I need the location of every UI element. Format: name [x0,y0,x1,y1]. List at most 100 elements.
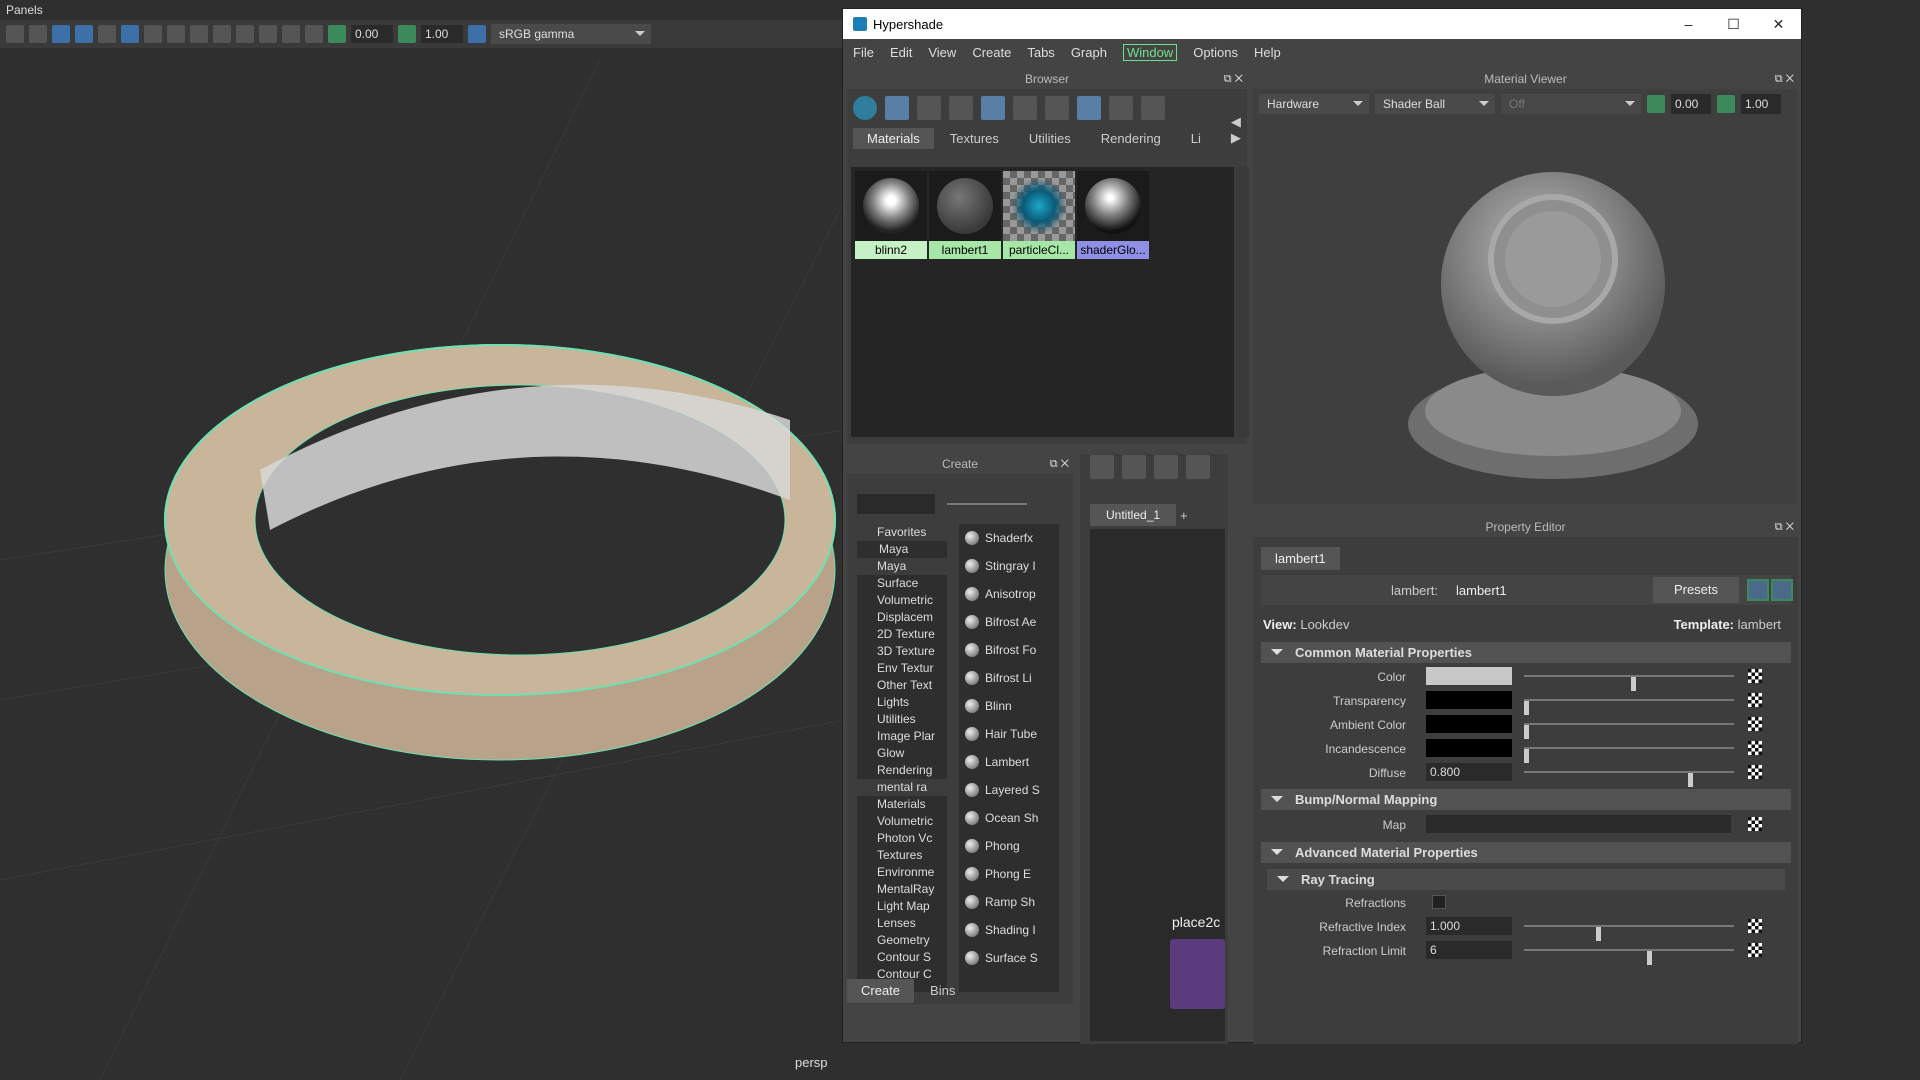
medium-swatch-icon[interactable] [981,96,1005,120]
isolate-icon[interactable] [236,25,254,43]
tree-item[interactable]: Materials [857,796,947,813]
tree-item[interactable]: Maya [857,541,947,558]
tree-item[interactable]: Lights [857,694,947,711]
hud-icon[interactable] [305,25,323,43]
color-management-icon[interactable] [468,25,486,43]
map-button-icon[interactable] [1748,717,1762,731]
map-button-icon[interactable] [1748,919,1762,933]
ambient-occlusion-icon[interactable] [190,25,208,43]
search-icon[interactable] [1141,96,1165,120]
sort-by-name-icon[interactable] [1077,96,1101,120]
tree-item[interactable]: Other Text [857,677,947,694]
menu-create[interactable]: Create [972,45,1011,60]
ambient-slider[interactable] [1524,723,1734,739]
tree-item[interactable]: Maya [857,558,947,575]
node-item[interactable]: Hair Tube [959,720,1059,748]
tree-item[interactable]: Environme [857,864,947,881]
node-item[interactable]: Bifrost Li [959,664,1059,692]
tree-item[interactable]: Photon Vc [857,830,947,847]
refraction-limit-field[interactable]: 6 [1426,941,1512,959]
toggle-on-icon[interactable] [853,96,877,120]
menu-edit[interactable]: Edit [890,45,912,60]
node-item[interactable]: Phong E [959,860,1059,888]
select-camera-icon[interactable] [6,25,24,43]
input-connections-icon[interactable] [1090,455,1114,479]
xray-icon[interactable] [259,25,277,43]
slider-knob[interactable] [1595,927,1601,941]
incandescence-slider[interactable] [1524,747,1734,763]
mv-gamma-field[interactable]: 1.00 [1741,94,1781,114]
tree-item[interactable]: 3D Texture [857,643,947,660]
refractions-checkbox[interactable] [1432,895,1446,909]
tree-item[interactable]: Env Textur [857,660,947,677]
tree-item[interactable]: Favorites [857,524,947,541]
transparency-slider[interactable] [1524,699,1734,715]
material-preview[interactable] [1253,129,1798,504]
io-connections-icon[interactable] [1122,455,1146,479]
menu-view[interactable]: View [928,45,956,60]
map-button-icon[interactable] [1748,741,1762,755]
slider-knob[interactable] [1630,677,1636,691]
pe-node-tab[interactable]: lambert1 [1261,547,1340,570]
clear-graph-icon[interactable] [1186,455,1210,479]
refractive-index-slider[interactable] [1524,925,1734,941]
exposure-icon[interactable] [328,25,346,43]
gamma-icon[interactable] [1717,95,1735,113]
tree-item[interactable]: Textures [857,847,947,864]
view-as-list-icon[interactable] [917,96,941,120]
menu-tabs[interactable]: Tabs [1027,45,1054,60]
refractive-index-field[interactable]: 1.000 [1426,917,1512,935]
focus-input-icon[interactable] [1747,579,1769,601]
output-connections-icon[interactable] [1154,455,1178,479]
mv-exposure-field[interactable]: 0.00 [1671,94,1711,114]
gamma-field[interactable]: 1.00 [421,25,463,43]
map-button-icon[interactable] [1748,669,1762,683]
map-button-icon[interactable] [1748,817,1762,831]
node-item[interactable]: Ocean Sh [959,804,1059,832]
slider-knob[interactable] [1524,701,1529,715]
exposure-icon[interactable] [1647,95,1665,113]
tree-item[interactable]: mental ra [857,779,947,796]
incandescence-swatch[interactable] [1426,739,1512,757]
maximize-icon[interactable]: ☐ [1711,16,1756,33]
add-tab-button[interactable]: + [1180,508,1188,523]
graph-tab[interactable]: Untitled_1 [1090,504,1177,526]
window-titlebar[interactable]: Hypershade – ☐ ✕ [843,9,1801,39]
map-button-icon[interactable] [1748,943,1762,957]
colorspace-dropdown[interactable]: sRGB gamma [491,24,651,44]
browser-scrollbar[interactable] [1235,167,1249,437]
node-item[interactable]: Bifrost Fo [959,636,1059,664]
shape-dropdown[interactable]: Shader Ball [1375,94,1495,114]
tree-item[interactable]: Lenses [857,915,947,932]
view-value[interactable]: Lookdev [1300,617,1349,632]
swatch-size-slider[interactable] [947,503,1027,505]
tab-utilities[interactable]: Utilities [1015,128,1085,149]
swatch-shaderglow[interactable]: shaderGlo... [1077,171,1149,259]
section-ray-tracing[interactable]: Ray Tracing [1267,869,1785,890]
menu-options[interactable]: Options [1193,45,1238,60]
grid-icon[interactable] [282,25,300,43]
tab-textures[interactable]: Textures [936,128,1013,149]
shadows-icon[interactable] [144,25,162,43]
lighting-icon[interactable] [98,25,116,43]
tree-item[interactable]: Light Map [857,898,947,915]
swatch-lambert1[interactable]: lambert1 [929,171,1001,259]
panels-menu[interactable]: Panels [0,0,845,20]
tab-materials[interactable]: Materials [853,128,934,149]
panel-float-close-icon[interactable]: ⧉ ✕ [1775,517,1794,537]
bump-map-field[interactable] [1426,815,1731,833]
section-common-material[interactable]: Common Material Properties [1261,642,1791,663]
tree-item[interactable]: Surface [857,575,947,592]
tab-scroll-arrows-icon[interactable]: ◀ ▶ [1217,111,1255,149]
map-button-icon[interactable] [1748,765,1762,779]
node-item[interactable]: Phong [959,832,1059,860]
slider-knob[interactable] [1524,725,1529,739]
light-icon[interactable] [167,25,185,43]
tree-item[interactable]: Utilities [857,711,947,728]
node-item[interactable]: Surface S [959,944,1059,972]
slider-knob[interactable] [1688,773,1693,787]
transparency-swatch[interactable] [1426,691,1512,709]
tree-item[interactable]: Image Plar [857,728,947,745]
xl-swatch-icon[interactable] [1045,96,1069,120]
presets-button[interactable]: Presets [1653,577,1739,603]
